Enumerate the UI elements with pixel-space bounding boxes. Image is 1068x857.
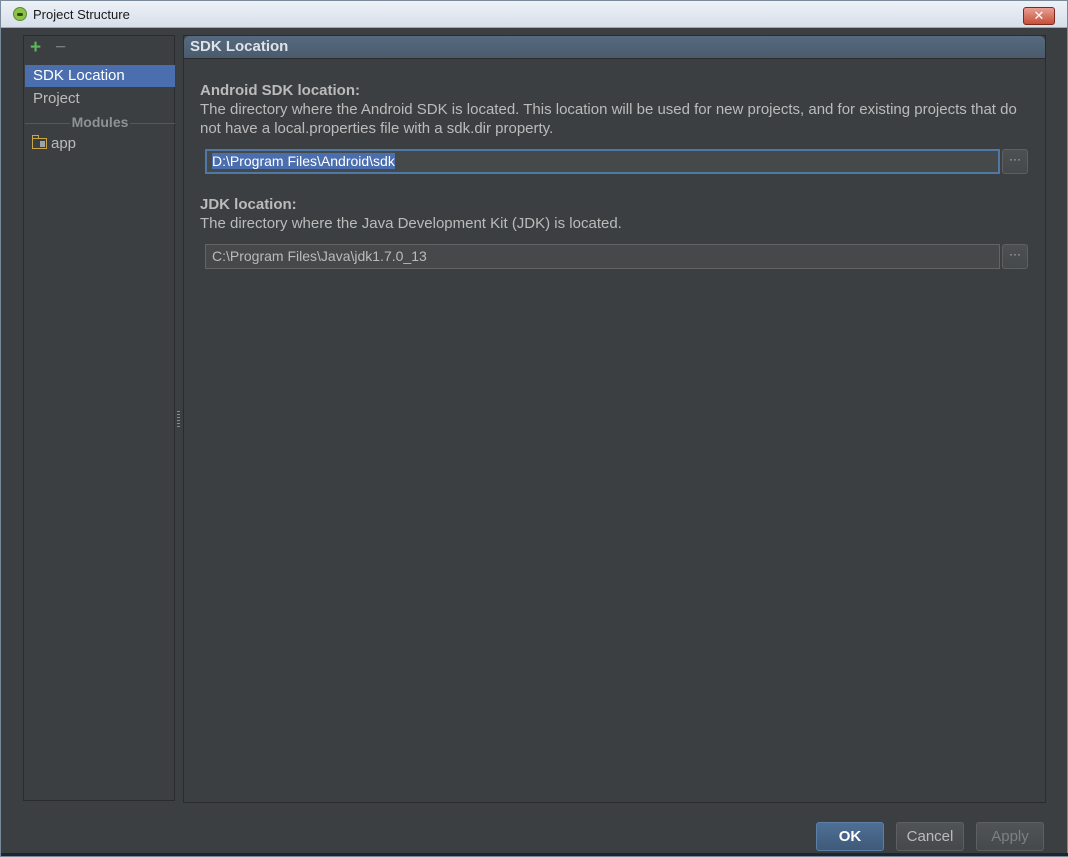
taskbar-edge bbox=[1, 853, 1068, 856]
panel-header: SDK Location bbox=[184, 36, 1045, 59]
title-bar: Project Structure ✕ bbox=[1, 1, 1067, 28]
cancel-button[interactable]: Cancel bbox=[896, 822, 964, 851]
android-sdk-browse-button[interactable]: ··· bbox=[1002, 149, 1028, 174]
jdk-path-value: C:\Program Files\Java\jdk1.7.0_13 bbox=[212, 248, 427, 264]
android-sdk-description: The directory where the Android SDK is l… bbox=[200, 101, 1017, 137]
jdk-path-input[interactable]: C:\Program Files\Java\jdk1.7.0_13 bbox=[205, 244, 1000, 269]
ok-button[interactable]: OK bbox=[816, 822, 884, 851]
modules-header: Modules bbox=[69, 114, 131, 130]
sidebar-item-label: app bbox=[51, 135, 77, 152]
project-structure-dialog: Project Structure ✕ + − SDK Location Pro… bbox=[0, 0, 1068, 857]
sdk-location-panel: SDK Location Android SDK location: The d… bbox=[183, 35, 1046, 803]
modules-separator: Modules bbox=[25, 114, 175, 132]
panel-title: SDK Location bbox=[190, 38, 289, 55]
sidebar-item-app[interactable]: app bbox=[32, 134, 76, 154]
sidebar-item-label: Project bbox=[33, 90, 80, 107]
module-folder-icon bbox=[32, 135, 47, 149]
android-sdk-label: Android SDK location: bbox=[200, 82, 360, 99]
jdk-description: The directory where the Java Development… bbox=[200, 215, 622, 232]
window-title: Project Structure bbox=[33, 7, 130, 22]
apply-button[interactable]: Apply bbox=[976, 822, 1044, 851]
jdk-browse-button[interactable]: ··· bbox=[1002, 244, 1028, 269]
splitter-handle[interactable] bbox=[177, 411, 180, 427]
sidebar-item-label: SDK Location bbox=[33, 67, 125, 84]
android-sdk-path-value: D:\Program Files\Android\sdk bbox=[212, 153, 395, 169]
android-studio-icon bbox=[13, 7, 27, 21]
android-sdk-path-input[interactable]: D:\Program Files\Android\sdk bbox=[205, 149, 1000, 174]
remove-icon[interactable]: − bbox=[55, 38, 66, 58]
sidebar: + − SDK Location Project Modules app bbox=[23, 35, 175, 801]
add-icon[interactable]: + bbox=[30, 38, 41, 58]
sidebar-item-sdk-location[interactable]: SDK Location bbox=[25, 65, 175, 87]
sidebar-item-project[interactable]: Project bbox=[25, 88, 175, 110]
close-button[interactable]: ✕ bbox=[1023, 7, 1055, 25]
jdk-label: JDK location: bbox=[200, 196, 297, 213]
